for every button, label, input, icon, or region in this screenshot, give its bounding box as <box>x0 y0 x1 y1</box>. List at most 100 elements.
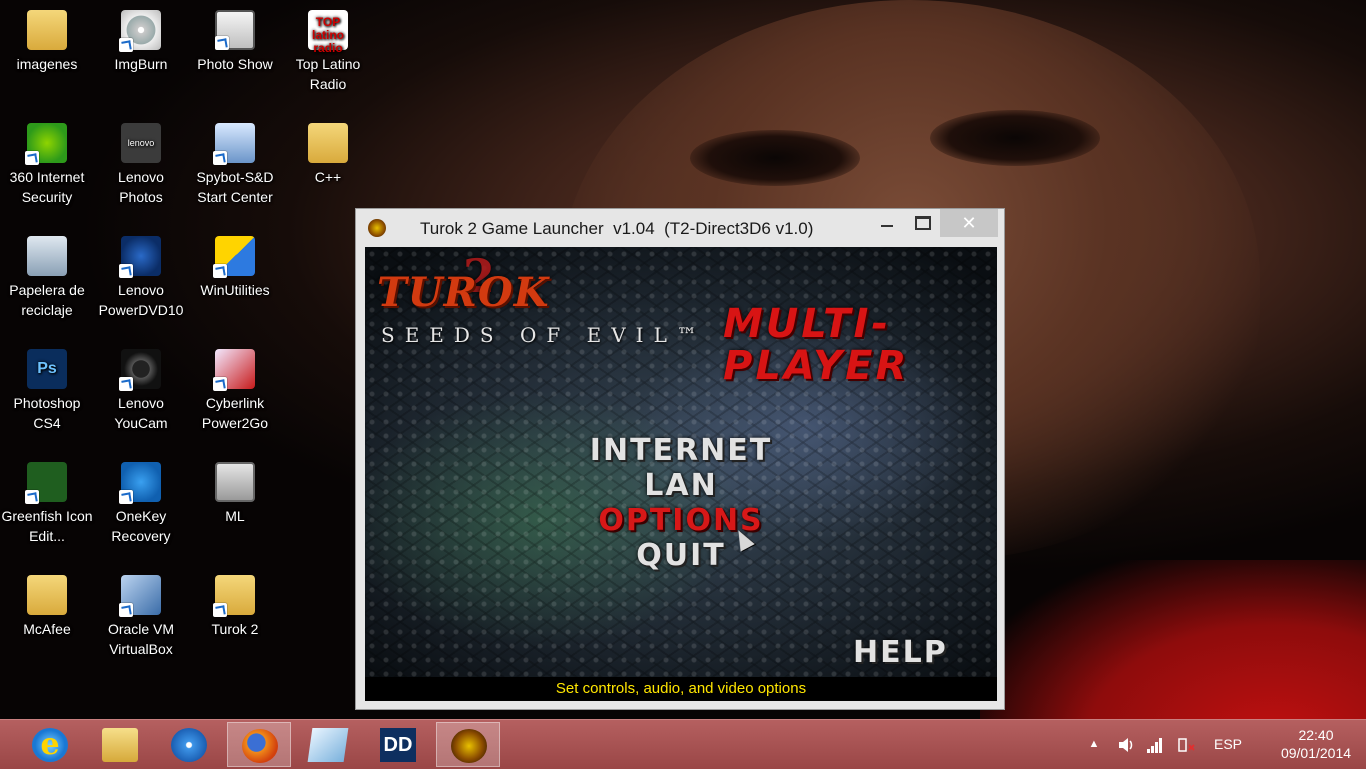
power2go-icon <box>213 349 255 391</box>
desktop-icon-360-security[interactable]: 360 Internet Security <box>1 117 93 207</box>
desktop-icon-label: C++ <box>314 169 342 185</box>
desktop-icon-turok2[interactable]: Turok 2 <box>189 569 281 639</box>
taskbar-notepad[interactable] <box>296 722 360 767</box>
wallpaper-eye-right <box>930 110 1100 166</box>
clock-time: 22:40 <box>1298 727 1334 743</box>
desktop-icon-powerdvd[interactable]: Lenovo PowerDVD10 <box>95 230 187 320</box>
menu-item-internet[interactable]: INTERNET <box>531 433 831 468</box>
recycle-bin-icon <box>27 236 67 276</box>
taskbar-internet-explorer[interactable]: e <box>18 722 82 767</box>
plus-shield-icon <box>25 123 67 165</box>
folder-icon <box>213 575 255 617</box>
power-status-icon[interactable] <box>1174 720 1198 769</box>
onekey-icon <box>119 462 161 504</box>
maximize-button[interactable] <box>904 209 942 237</box>
top-latino-icon: TOP latino radio <box>308 10 348 55</box>
heading-line-1: MULTI- <box>723 301 891 347</box>
desktop-icon-label: 360 Internet Security <box>9 169 85 205</box>
desktop-icon-imgburn[interactable]: ImgBurn <box>95 4 187 74</box>
desktop-icon-lenovo-photos[interactable]: lenovo Lenovo Photos <box>95 117 187 207</box>
folder-icon <box>27 575 67 615</box>
desktop-icon-winutilities[interactable]: WinUtilities <box>189 230 281 300</box>
taskbar-dolby[interactable]: DD <box>366 722 430 767</box>
taskbar: e DD ▲ ESP 22:40 09/01/2014 <box>0 719 1366 769</box>
desktop-icon-recycle-bin[interactable]: Papelera de reciclaje <box>1 230 93 320</box>
desktop-icon-photo-show[interactable]: Photo Show <box>189 4 281 74</box>
close-button[interactable]: ✕ <box>940 209 998 237</box>
window-titlebar[interactable]: Turok 2 Game Launcher v1.04 (T2-Direct3D… <box>356 209 1004 247</box>
greenfish-icon <box>25 462 67 504</box>
desktop-icon-label: Cyberlink Power2Go <box>201 395 269 431</box>
firefox-icon <box>242 729 278 763</box>
help-button[interactable]: HELP <box>853 635 948 670</box>
show-hidden-icons-button[interactable]: ▲ <box>1084 720 1104 769</box>
desktop-icon-label: Papelera de reciclaje <box>9 282 85 318</box>
notepad-icon <box>307 728 349 762</box>
desktop-icon-label: Greenfish Icon Edit... <box>1 508 93 544</box>
volume-icon[interactable] <box>1114 720 1138 769</box>
desktop-icon-cpp[interactable]: C++ <box>282 117 374 187</box>
turok-icon <box>451 729 487 763</box>
turok-launcher-window: Turok 2 Game Launcher v1.04 (T2-Direct3D… <box>355 208 1005 710</box>
system-clock[interactable]: 22:40 09/01/2014 <box>1268 726 1364 762</box>
desktop-icon-label: Lenovo YouCam <box>114 395 168 431</box>
game-menu-screen: 2 TUROK SEEDS OF EVIL™ MULTI- PLAYER INT… <box>365 247 997 701</box>
desktop-icon-label: ML <box>225 508 245 524</box>
taskbar-file-explorer[interactable] <box>88 722 152 767</box>
window-title: Turok 2 Game Launcher v1.04 (T2-Direct3D… <box>420 219 814 238</box>
menu-item-quit[interactable]: QUIT <box>531 538 831 573</box>
powerdvd-icon <box>119 236 161 278</box>
clock-date: 09/01/2014 <box>1280 745 1352 761</box>
desktop-icon-ml[interactable]: ML <box>189 456 281 526</box>
desktop-icon-label: Lenovo PowerDVD10 <box>98 282 184 318</box>
desktop-icon-spybot[interactable]: Spybot-S&D Start Center <box>189 117 281 207</box>
wallpaper-eye-left <box>690 130 860 186</box>
photoshop-icon: Ps <box>27 349 67 389</box>
compass-icon <box>171 728 207 762</box>
desktop-icon-label: WinUtilities <box>200 282 270 298</box>
taskbar-turok-launcher[interactable] <box>436 722 500 767</box>
desktop-icon-label: Photoshop CS4 <box>13 395 81 431</box>
desktop-icon-label: imagenes <box>16 56 78 72</box>
desktop-icon-label: ImgBurn <box>114 56 168 72</box>
camera-icon <box>215 10 255 50</box>
internet-explorer-icon: e <box>32 728 68 762</box>
network-signal-icon[interactable] <box>1144 720 1166 769</box>
game-subtitle: SEEDS OF EVIL™ <box>381 323 707 347</box>
desktop-icon-label: Turok 2 <box>211 621 259 637</box>
desktop-icon-label: OneKey Recovery <box>111 508 171 544</box>
desktop-icon-label: McAfee <box>23 621 71 637</box>
folder-icon <box>27 10 67 50</box>
multiplayer-heading: MULTI- PLAYER <box>723 303 909 387</box>
youcam-icon <box>119 349 161 391</box>
taskbar-firefox[interactable] <box>227 722 291 767</box>
language-indicator[interactable]: ESP <box>1208 720 1248 769</box>
desktop-icon-power2go[interactable]: Cyberlink Power2Go <box>189 343 281 433</box>
desktop-icon-imagenes[interactable]: imagenes <box>1 4 93 74</box>
spybot-icon <box>213 123 255 165</box>
desktop-icon-greenfish[interactable]: Greenfish Icon Edit... <box>1 456 93 546</box>
maximize-icon <box>915 216 931 230</box>
status-bar: Set controls, audio, and video options <box>365 677 997 701</box>
desktop-icon-label: Top Latino Radio <box>295 56 361 92</box>
minimize-button[interactable] <box>868 209 906 237</box>
desktop-icon-onekey[interactable]: OneKey Recovery <box>95 456 187 546</box>
dolby-icon: DD <box>380 728 416 762</box>
desktop-icon-label: Photo Show <box>197 56 273 72</box>
desktop-icon-mcafee[interactable]: McAfee <box>1 569 93 639</box>
turok-logo: TUROK <box>377 269 550 316</box>
desktop-icon-top-latino-radio[interactable]: TOP latino radio Top Latino Radio <box>282 4 374 94</box>
lenovo-photos-icon: lenovo <box>121 123 161 163</box>
desktop-icon-virtualbox[interactable]: Oracle VM VirtualBox <box>95 569 187 659</box>
desktop-icon-label: Spybot-S&D Start Center <box>196 169 274 205</box>
virtualbox-icon <box>119 575 161 617</box>
minimize-icon <box>881 225 893 227</box>
desktop-icon-photoshop[interactable]: Ps Photoshop CS4 <box>1 343 93 433</box>
taskbar-safari[interactable] <box>157 722 221 767</box>
desktop-icon-youcam[interactable]: Lenovo YouCam <box>95 343 187 433</box>
safe-icon <box>215 462 255 502</box>
turok-icon[interactable] <box>368 219 386 237</box>
desktop-icon-label: Oracle VM VirtualBox <box>107 621 175 657</box>
menu-item-options[interactable]: OPTIONS <box>531 503 831 538</box>
menu-item-lan[interactable]: LAN <box>531 468 831 503</box>
